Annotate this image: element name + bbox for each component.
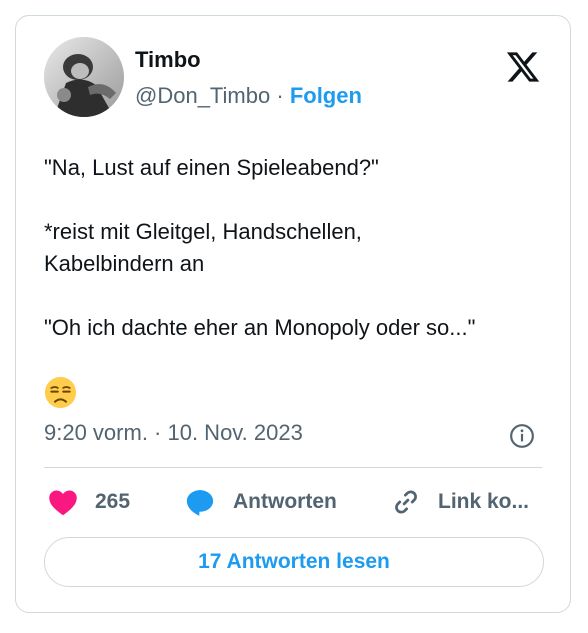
separator-dot: · [276, 83, 284, 108]
link-icon [395, 490, 417, 514]
timestamp[interactable]: 9:20 vorm. · 10. Nov. 2023 [44, 420, 303, 446]
author-name[interactable]: Timbo [135, 47, 201, 73]
author-handle-row: @Don_Timbo · Folgen [135, 83, 362, 109]
read-replies-label: 17 Antworten lesen [198, 550, 390, 573]
tweet-paragraph: "Na, Lust auf einen Spieleabend?" [44, 155, 379, 180]
copy-link-label: Link ko... [438, 490, 530, 513]
reply-label: Antworten [233, 490, 337, 513]
like-button[interactable]: 265 [48, 482, 130, 522]
reply-bubble-icon [186, 490, 214, 516]
tweet-text: "Na, Lust auf einen Spieleabend?" *reist… [44, 152, 544, 344]
info-icon[interactable] [509, 423, 535, 449]
like-count: 265 [95, 490, 131, 513]
tweet-embed-card: Timbo @Don_Timbo · Folgen "Na, Lust auf … [15, 15, 571, 613]
tweet-paragraph: *reist mit Gleitgel, Handschellen, Kabel… [44, 219, 362, 276]
copy-link-button[interactable]: Link ko... [391, 482, 529, 522]
x-logo-icon[interactable] [505, 49, 541, 85]
follow-link[interactable]: Folgen [290, 83, 362, 108]
avatar[interactable] [44, 37, 124, 117]
action-bar: 265 Antworten Link ko... [44, 482, 542, 522]
heart-icon [49, 490, 77, 516]
tweet-paragraph: "Oh ich dachte eher an Monopoly oder so.… [44, 315, 476, 340]
author-handle[interactable]: @Don_Timbo [135, 83, 270, 108]
divider [44, 467, 542, 468]
reply-button[interactable]: Antworten [184, 482, 337, 522]
read-replies-button[interactable]: 17 Antworten lesen [44, 537, 544, 587]
unamused-face-emoji-icon [44, 376, 77, 409]
